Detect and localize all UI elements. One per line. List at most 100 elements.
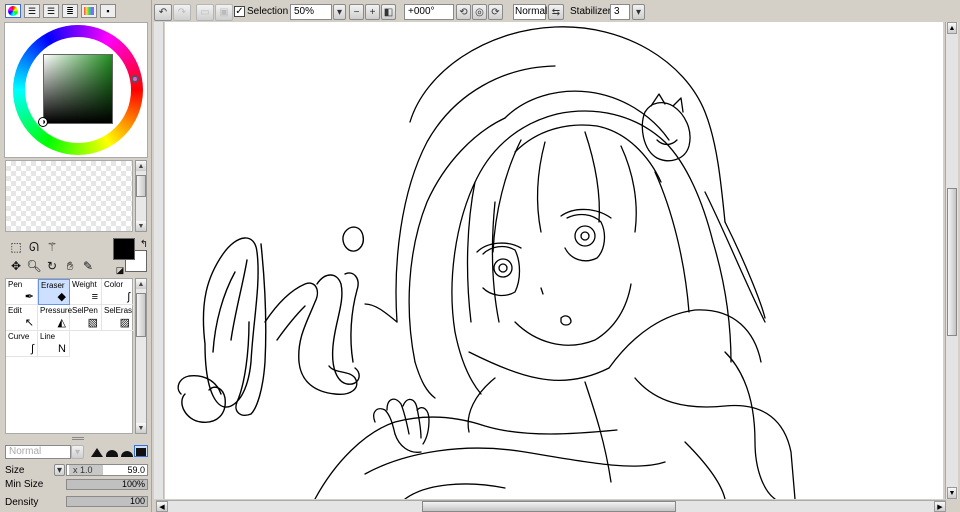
brush-selpen[interactable]: SelPen ▧: [70, 305, 102, 331]
scroll-up-button[interactable]: ▲: [947, 22, 957, 34]
zoom-field[interactable]: 50%: [290, 4, 332, 20]
brush-edit[interactable]: Edit ↖: [6, 305, 38, 331]
redo-button[interactable]: ↷: [173, 4, 191, 21]
brush-seleras[interactable]: SelEras ▨: [102, 305, 134, 331]
scratchpad-scrollbar[interactable]: ▲ ▼: [135, 160, 147, 232]
brush-eraser[interactable]: Eraser ◆: [38, 279, 70, 305]
line-icon: N: [58, 343, 66, 355]
chevron-up-icon: ▲: [948, 24, 956, 32]
lasso-icon[interactable]: ᘏ: [26, 239, 42, 255]
chevron-left-icon: ◀: [159, 503, 165, 511]
zoom-dropdown-button[interactable]: ▾: [333, 4, 346, 20]
brush-weight[interactable]: Weight ≡: [70, 279, 102, 305]
palette-tab[interactable]: [81, 4, 97, 18]
density-slider[interactable]: 100: [66, 496, 148, 507]
rect-select-icon[interactable]: ⬚: [8, 239, 24, 255]
hsv-slider-tab[interactable]: ☰: [43, 4, 59, 18]
plus-icon: +: [369, 6, 376, 18]
magic-wand-icon[interactable]: ⚚: [44, 239, 60, 255]
brush-shape-soft-icon[interactable]: [120, 445, 134, 457]
brush-grid-scrollbar[interactable]: ▲ ▼: [135, 278, 147, 434]
scrollbar-thumb[interactable]: [422, 501, 676, 512]
eyedropper-icon[interactable]: ✎: [80, 258, 96, 274]
foreground-color-front[interactable]: [113, 238, 135, 260]
brush-mode-dropdown[interactable]: ▾: [71, 445, 84, 459]
stabilizer-field[interactable]: 3: [610, 4, 630, 20]
scroll-up-button[interactable]: ▲: [136, 279, 146, 289]
brush-name: SelPen: [72, 306, 98, 315]
brush-color[interactable]: Color ʃ: [102, 279, 134, 305]
brush-line[interactable]: Line N: [38, 331, 70, 357]
scrollbar-thumb[interactable]: [136, 293, 146, 337]
brush-name: SelEras: [104, 306, 133, 315]
brush-shape-hard-icon[interactable]: [90, 445, 104, 457]
rgb-slider-tab[interactable]: ☰: [24, 4, 40, 18]
hand-icon[interactable]: ✋︎: [62, 258, 78, 274]
rotate-ccw-button[interactable]: ⟲: [456, 4, 471, 20]
rotation-field[interactable]: +000°: [404, 4, 454, 20]
rotate-ccw-icon: ⟲: [459, 6, 468, 18]
stabilizer-dropdown-button[interactable]: ▾: [632, 4, 645, 20]
saturation-value-square[interactable]: [43, 54, 113, 124]
scrollbar-thumb[interactable]: [136, 175, 146, 197]
size-field[interactable]: x 1.0 59.0: [66, 464, 148, 476]
blend-mode-field[interactable]: Normal: [513, 4, 547, 20]
scratchpad[interactable]: [5, 160, 133, 232]
scrollbar-thumb[interactable]: [947, 188, 957, 336]
brush-pen[interactable]: Pen ✒: [6, 279, 38, 305]
brush-curve[interactable]: Curve ∫: [6, 331, 38, 357]
selpen-icon: ▧: [87, 317, 98, 329]
chevron-down-icon: ▼: [137, 222, 145, 230]
deselect-icon: ▭: [200, 7, 210, 18]
canvas-horizontal-scrollbar[interactable]: ◀ ▶: [156, 500, 946, 512]
size-value: 59.0: [127, 465, 145, 475]
zoom-value: 50%: [294, 6, 315, 17]
pressure-icon: ◭: [57, 317, 66, 329]
scroll-up-button[interactable]: ▲: [136, 161, 146, 171]
selection-label: Selection: [247, 6, 289, 17]
drawing-canvas[interactable]: [165, 22, 943, 500]
brush-mode-select[interactable]: Normal: [5, 445, 71, 459]
min-size-slider[interactable]: 100%: [66, 479, 148, 490]
edit-icon: ↖: [24, 317, 34, 329]
slider-lines-icon: ☰: [27, 5, 37, 16]
swatch-list-tab[interactable]: ≣: [62, 4, 78, 18]
zoom-reset-button[interactable]: ◧: [381, 4, 396, 20]
brush-shape-flat-icon[interactable]: [134, 445, 148, 457]
chevron-down-icon: ▾: [56, 464, 63, 476]
rotate-icon[interactable]: ↻: [44, 258, 60, 274]
reset-colors-icon[interactable]: ◪: [112, 262, 128, 278]
scroll-down-button[interactable]: ▼: [947, 487, 957, 499]
scratchpad-tab[interactable]: ▪: [100, 4, 116, 18]
brush-pressure[interactable]: Pressure ◭: [38, 305, 72, 331]
scroll-down-button[interactable]: ▼: [136, 221, 146, 231]
swap-colors-icon[interactable]: ↰: [136, 236, 152, 252]
move-icon[interactable]: ✥: [8, 258, 24, 274]
invert-selection-button[interactable]: ▣: [215, 4, 233, 21]
scroll-left-button[interactable]: ◀: [156, 501, 168, 512]
undo-button[interactable]: ↶: [154, 4, 172, 21]
panel-divider[interactable]: [72, 437, 84, 440]
stabilizer-value: 3: [614, 6, 620, 17]
scroll-down-button[interactable]: ▼: [136, 423, 146, 433]
selection-checkbox[interactable]: ✓: [234, 6, 245, 17]
flip-button[interactable]: ⇆: [548, 4, 564, 20]
deselect-button[interactable]: ▭: [196, 4, 214, 21]
brush-name: Pen: [8, 280, 23, 289]
zoom-icon[interactable]: 🔍︎: [26, 258, 42, 274]
seleras-icon: ▨: [119, 317, 130, 329]
hue-marker[interactable]: [131, 75, 139, 83]
color-picker-marker[interactable]: [38, 117, 48, 127]
scroll-right-button[interactable]: ▶: [934, 501, 946, 512]
rotate-cw-button[interactable]: ⟳: [488, 4, 503, 20]
color-wheel-tab[interactable]: [5, 4, 21, 18]
brush-shape-medium-icon[interactable]: [105, 445, 119, 457]
palette-grid-icon: [84, 7, 94, 15]
zoom-in-button[interactable]: +: [365, 4, 380, 20]
rotate-reset-button[interactable]: ◎: [472, 4, 487, 20]
size-dropdown-button[interactable]: ▾: [54, 464, 65, 476]
slider-lines-icon: ☰: [46, 5, 56, 16]
canvas-vertical-scrollbar[interactable]: ▲ ▼: [945, 22, 958, 499]
chevron-down-icon: ▾: [336, 6, 343, 18]
zoom-out-button[interactable]: −: [349, 4, 364, 20]
